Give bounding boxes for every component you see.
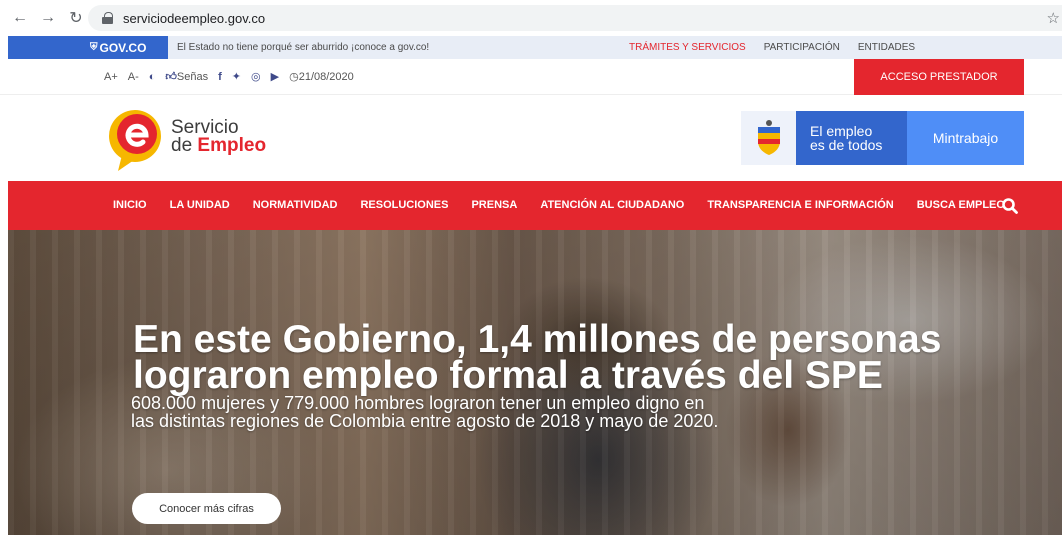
thumbs-up-icon: 👍︎ xyxy=(165,71,177,83)
main-nav: INICIO LA UNIDAD NORMATIVIDAD RESOLUCION… xyxy=(8,181,1062,230)
signs-button[interactable]: 👍︎Señas xyxy=(165,70,208,83)
hero-banner: En este Gobierno, 1,4 millones de person… xyxy=(8,230,1062,535)
mint-slogan-line2: es de todos xyxy=(810,137,883,153)
font-decrease-button[interactable]: A- xyxy=(128,71,139,83)
shield-icon: ⛨ xyxy=(90,42,98,53)
accessibility-tools: A+ A- ◐ 👍︎Señas f ✦ ◎ ▶ ◷21/08/2020 xyxy=(104,70,354,84)
search-icon[interactable] xyxy=(1001,197,1019,215)
brand-line2: de Empleo xyxy=(171,135,267,156)
brand-line2-highlight: Empleo xyxy=(197,135,267,156)
link-entidades[interactable]: ENTIDADES xyxy=(858,42,915,53)
link-participacion[interactable]: PARTICIPACIÓN xyxy=(764,42,840,53)
facebook-icon[interactable]: f xyxy=(218,71,222,83)
clock-icon: ◷ xyxy=(289,71,299,83)
browser-toolbar: ← → ↻ serviciodeempleo.gov.co ☆ xyxy=(0,0,1062,36)
govco-message[interactable]: El Estado no tiene porqué ser aburrido ¡… xyxy=(177,42,429,53)
youtube-icon[interactable]: ▶ xyxy=(271,70,279,83)
nav-item-prensa[interactable]: PRENSA xyxy=(471,199,517,211)
date-display: ◷21/08/2020 xyxy=(289,70,354,83)
accessibility-bar: A+ A- ◐ 👍︎Señas f ✦ ◎ ▶ ◷21/08/2020 ACCE… xyxy=(0,59,1062,95)
brand-line2-prefix: de xyxy=(171,135,193,156)
star-icon[interactable]: ☆ xyxy=(1047,9,1060,27)
nav-item-normatividad[interactable]: NORMATIVIDAD xyxy=(253,199,338,211)
signs-label: Señas xyxy=(176,71,209,83)
govco-logo[interactable]: ⛨ GOV.CO xyxy=(8,36,168,59)
mint-slogan-line1: El empleo xyxy=(810,123,873,139)
address-bar[interactable]: serviciodeempleo.gov.co xyxy=(88,5,1062,31)
reload-icon[interactable]: ↻ xyxy=(68,8,84,28)
main-menu: INICIO LA UNIDAD NORMATIVIDAD RESOLUCION… xyxy=(113,199,1028,211)
lock-icon xyxy=(102,12,113,24)
nav-item-resoluciones[interactable]: RESOLUCIONES xyxy=(360,199,448,211)
nav-item-atencion[interactable]: ATENCIÓN AL CIUDADANO xyxy=(540,199,684,211)
hero-subtitle: 608.000 mujeres y 779.000 hombres lograr… xyxy=(131,393,719,431)
link-tramites[interactable]: TRÁMITES Y SERVICIOS xyxy=(629,42,746,53)
instagram-icon[interactable]: ◎ xyxy=(251,70,261,83)
nav-item-transparencia[interactable]: TRANSPARENCIA E INFORMACIÓN xyxy=(707,199,893,211)
font-increase-button[interactable]: A+ xyxy=(104,71,118,83)
contrast-icon[interactable]: ◐ xyxy=(149,71,156,83)
mint-slogan: El empleo es de todos xyxy=(796,111,907,165)
back-arrow-icon[interactable]: ← xyxy=(12,9,28,27)
nav-item-inicio[interactable]: INICIO xyxy=(113,199,147,211)
govco-bar: ⛨ GOV.CO El Estado no tiene porqué ser a… xyxy=(8,36,1062,59)
servicio-empleo-logo-icon[interactable] xyxy=(108,107,164,173)
twitter-icon[interactable]: ✦ xyxy=(232,70,241,83)
site-header: Servicio de Empleo El empleo es de todos… xyxy=(0,95,1062,181)
mintrabajo-banner[interactable]: El empleo es de todos Mintrabajo xyxy=(741,111,1024,165)
nav-item-la-unidad[interactable]: LA UNIDAD xyxy=(170,199,230,211)
url-text: serviciodeempleo.gov.co xyxy=(123,10,266,26)
hero-title: En este Gobierno, 1,4 millones de person… xyxy=(133,318,942,397)
browser-nav: ← → ↻ xyxy=(12,8,84,28)
govco-links: TRÁMITES Y SERVICIOS PARTICIPACIÓN ENTID… xyxy=(629,42,915,53)
colombia-crest-icon xyxy=(741,111,796,165)
forward-arrow-icon[interactable]: → xyxy=(40,9,56,27)
conocer-cifras-button[interactable]: Conocer más cifras xyxy=(132,493,281,524)
brand-name[interactable]: Servicio de Empleo xyxy=(171,118,267,156)
date-text: 21/08/2020 xyxy=(298,71,354,83)
mint-name: Mintrabajo xyxy=(907,111,1024,165)
nav-item-busca-empleo[interactable]: BUSCA EMPLEO xyxy=(917,199,1005,211)
acceso-prestador-button[interactable]: ACCESO PRESTADOR xyxy=(854,59,1024,95)
govco-logo-text: GOV.CO xyxy=(99,40,147,55)
